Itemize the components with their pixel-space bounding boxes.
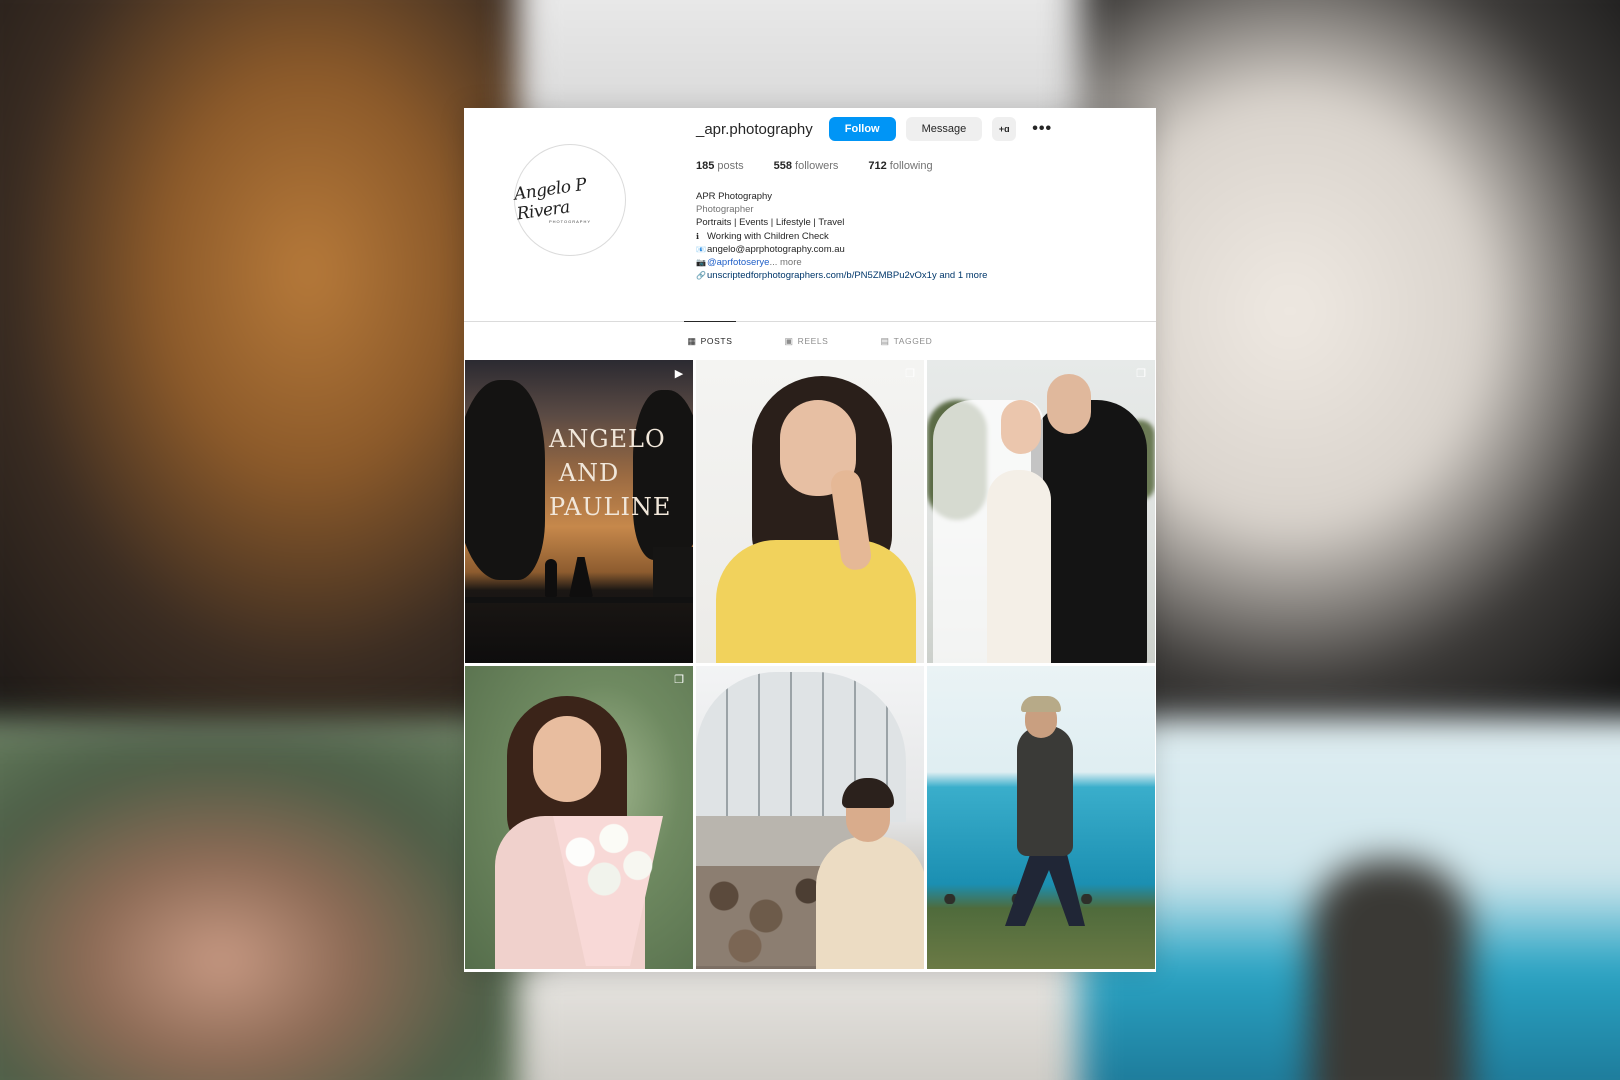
bio-line: 🔗unscriptedforphotographers.com/b/PN5ZMB… [696,269,987,282]
carousel-icon: ❐ [1136,367,1146,380]
message-button[interactable]: Message [905,117,983,141]
photo-element [1005,846,1085,926]
profile-bio: APR Photography Photographer Portraits |… [696,190,987,282]
photo-element [1021,696,1061,712]
photo-element [465,380,545,580]
grid-icon: ▦ [687,335,697,346]
photo-element [533,716,601,802]
profile-header-row: _apr.photography Follow Message +ɑ ••• [696,116,1052,142]
bio-line: 📧angelo@aprphotography.com.au [696,243,987,256]
profile-tabs: ▦ POSTS ▣ REELS ▤ TAGGED [464,321,1156,360]
overlay-line: ANGELO [549,425,666,453]
posts-stat: 185 posts [696,160,744,172]
post-thumbnail[interactable]: ❐ [696,360,924,663]
photo-element [653,547,693,597]
background-tile [0,0,540,740]
post-overlay-text: ANGELO AND PAULINE [549,422,672,524]
posts-label: posts [717,160,744,172]
overlay-line: AND [558,459,620,487]
bio-line-text: Working with Children Check [707,230,829,242]
bio-more-link[interactable]: ... more [769,257,801,268]
profile-avatar[interactable]: Angelo P Rivera PHOTOGRAPHY [512,144,626,256]
follow-button[interactable]: Follow [828,117,896,141]
link-icon: 🔗 [696,271,706,281]
reels-icon: ▣ [784,335,794,346]
carousel-icon: ❐ [905,367,915,380]
photo-element [816,836,924,969]
background-tile [1080,0,1620,740]
avatar-logo-script: Angelo P Rivera [512,174,588,224]
photo-element [561,816,657,906]
email-icon: 📧 [696,244,706,254]
tab-tagged[interactable]: ▤ TAGGED [878,322,934,360]
reel-icon: ▶ [674,367,684,380]
followers-stat[interactable]: 558 followers [774,160,839,172]
posts-grid: ANGELO AND PAULINE ▶ ❐ ❐ ❐ [465,360,1155,969]
tab-label: REELS [797,336,829,346]
username: _apr.photography [696,120,813,138]
photo-element [1001,400,1041,454]
post-thumbnail[interactable]: ❐ [465,666,693,969]
photo-element [987,470,1051,663]
photo-element [633,390,693,560]
profile-stats: 185 posts 558 followers 712 following [696,160,933,172]
followers-label: followers [795,160,839,172]
photo-element [569,557,593,597]
background-tile [1080,720,1620,1080]
photo-element [465,597,693,603]
followers-count: 558 [773,160,793,172]
bio-handle-link[interactable]: @aprfotoserye [707,257,769,268]
suggested-accounts-button[interactable]: +ɑ [992,117,1017,141]
info-icon: ℹ [696,231,700,241]
bio-line: Portraits | Events | Lifestyle | Travel [696,217,845,229]
photo-element [545,559,557,597]
bio-email: angelo@aprphotography.com.au [707,243,845,255]
background-tile [520,960,1100,1080]
background-tile [0,720,540,1080]
tagged-icon: ▤ [880,335,890,346]
following-stat[interactable]: 712 following [868,160,932,172]
following-label: following [889,160,933,172]
post-thumbnail[interactable] [696,666,924,969]
tab-reels[interactable]: ▣ REELS [782,322,830,360]
bio-category: Photographer [696,204,754,216]
posts-count: 185 [696,160,715,172]
photo-element [1047,374,1091,434]
more-options-icon[interactable]: ••• [1032,120,1052,138]
photo-element [927,894,1155,904]
post-thumbnail[interactable] [927,666,1155,969]
following-count: 712 [868,160,887,172]
overlay-line: PAULINE [549,493,672,521]
photo-element [1017,726,1073,856]
camera-icon: 📷 [696,258,706,268]
photo-element [696,866,836,966]
post-thumbnail[interactable]: ANGELO AND PAULINE ▶ [465,360,693,663]
bio-website-link[interactable]: unscriptedforphotographers.com/b/PN5ZMBP… [707,270,987,281]
add-person-icon: +ɑ [998,124,1010,134]
bio-line: ℹ Working with Children Check [696,230,987,243]
bio-line: 📷@aprfotoserye... more [696,256,987,269]
bio-name: APR Photography [696,191,773,202]
post-thumbnail[interactable]: ❐ [927,360,1155,663]
tab-label: TAGGED [893,336,933,346]
photo-element [716,540,916,663]
profile-card: Angelo P Rivera PHOTOGRAPHY _apr.photogr… [464,108,1156,972]
tab-label: POSTS [700,336,733,346]
tab-posts[interactable]: ▦ POSTS [683,321,737,360]
carousel-icon: ❐ [674,673,684,686]
